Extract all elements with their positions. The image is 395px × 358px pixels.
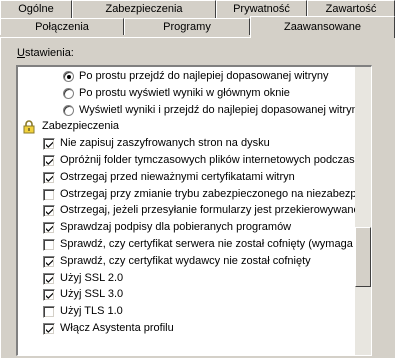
checkbox-option[interactable]: Włącz Asystenta profilu <box>18 320 371 337</box>
tab-zabezpieczenia[interactable]: Zabezpieczenia <box>72 0 216 18</box>
checkbox-unchecked-icon[interactable] <box>43 188 55 201</box>
radio-selected-icon[interactable] <box>63 71 74 82</box>
radio-option[interactable]: Wyświetl wyniki i przejdź do najlepiej d… <box>18 102 371 119</box>
checkbox-option[interactable]: Opróżnij folder tymczasowych plików inte… <box>18 152 371 169</box>
tab-ogolne[interactable]: Ogólne <box>0 0 72 18</box>
option-label: Użyj TLS 1.0 <box>60 305 123 318</box>
tab-label: Połączenia <box>35 21 89 33</box>
tab-zaawansowane[interactable]: Zaawansowane <box>250 16 395 38</box>
option-label: Po prostu wyświetl wyniki w głównym okni… <box>79 86 290 99</box>
checkbox-option[interactable]: Nie zapisuj zaszyfrowanych stron na dysk… <box>18 135 371 152</box>
checkbox-checked-icon[interactable] <box>43 155 55 167</box>
tab-label: Ogólne <box>18 3 54 15</box>
checkbox-option[interactable]: Ostrzegaj, jeżeli przesyłanie formularzy… <box>18 202 371 219</box>
option-label: Użyj SSL 2.0 <box>60 271 124 284</box>
checkbox-checked-icon[interactable] <box>43 289 55 302</box>
tab-label: Zabezpieczenia <box>105 3 183 15</box>
checkbox-option[interactable]: Użyj TLS 1.0 <box>18 303 371 320</box>
tab-label: Programy <box>163 21 211 33</box>
option-label: Sprawdzaj podpisy dla pobieranych progra… <box>60 221 292 234</box>
radio-unselected-icon[interactable] <box>63 104 74 116</box>
option-label: Po prostu przejdź do najlepiej dopasowan… <box>79 70 329 82</box>
checkbox-unchecked-icon[interactable] <box>43 239 55 251</box>
option-label: Wyświetl wyniki i przejdź do najlepiej d… <box>79 103 364 116</box>
tab-label: Zaawansowane <box>283 21 362 33</box>
scrollbar-thumb[interactable] <box>355 227 371 287</box>
tab-label: Prywatność <box>233 3 290 15</box>
radio-option[interactable]: Po prostu przejdź do najlepiej dopasowan… <box>18 68 371 85</box>
checkbox-checked-icon[interactable] <box>43 323 55 335</box>
settings-label-rest: stawienia: <box>24 47 74 59</box>
checkbox-option[interactable]: Użyj SSL 2.0 <box>18 270 371 287</box>
checkbox-unchecked-icon[interactable] <box>43 306 55 319</box>
checkbox-option[interactable]: Ostrzegaj przy zmianie trybu zabezpieczo… <box>18 186 371 203</box>
option-label: Ostrzegaj przy zmianie trybu zabezpieczo… <box>60 187 371 200</box>
group-header: Zabezpieczenia <box>18 118 371 135</box>
checkbox-checked-icon[interactable] <box>43 138 55 151</box>
settings-tree-list[interactable]: Po prostu przejdź do najlepiej dopasowan… <box>16 65 372 356</box>
option-label: Sprawdź, czy certyfikat serwera nie zost… <box>60 238 369 250</box>
vertical-scrollbar[interactable] <box>355 67 371 355</box>
checkbox-option[interactable]: Sprawdzaj podpisy dla pobieranych progra… <box>18 219 371 236</box>
checkbox-option[interactable]: Sprawdź, czy certyfikat serwera nie zost… <box>18 236 371 253</box>
option-label: Włącz Asystenta profilu <box>60 322 174 334</box>
checkbox-checked-icon[interactable] <box>43 205 55 218</box>
checkbox-checked-icon[interactable] <box>43 171 55 184</box>
tab-label: Zawartość <box>325 3 377 15</box>
checkbox-option[interactable]: Użyj SSL 3.0 <box>18 286 371 303</box>
tab-row-front: Połączenia Programy Zaawansowane <box>0 16 395 38</box>
option-label: Użyj SSL 3.0 <box>60 288 124 301</box>
option-label: Opróżnij folder tymczasowych plików inte… <box>60 154 370 166</box>
option-label: Nie zapisuj zaszyfrowanych stron na dysk… <box>60 137 270 150</box>
checkbox-checked-icon[interactable] <box>43 255 55 268</box>
option-label: Zabezpieczenia <box>42 120 120 133</box>
option-label: Sprawdź, czy certyfikat wydawcy nie zost… <box>60 254 311 267</box>
checkbox-checked-icon[interactable] <box>43 272 55 285</box>
option-label: Ostrzegaj, jeżeli przesyłanie formularzy… <box>60 204 360 217</box>
settings-label: Ustawienia: <box>17 47 74 59</box>
radio-option[interactable]: Po prostu wyświetl wyniki w głównym okni… <box>18 85 371 102</box>
checkbox-option[interactable]: Ostrzegaj przed nieważnymi certyfikatami… <box>18 169 371 186</box>
tab-polaczenia[interactable]: Połączenia <box>0 18 124 35</box>
checkbox-checked-icon[interactable] <box>43 222 55 235</box>
tab-programy[interactable]: Programy <box>124 18 250 35</box>
settings-label-accel: U <box>17 47 25 59</box>
radio-unselected-icon[interactable] <box>63 87 74 99</box>
option-label: Ostrzegaj przed nieważnymi certyfikatami… <box>60 170 295 183</box>
checkbox-option[interactable]: Sprawdź, czy certyfikat wydawcy nie zost… <box>18 253 371 270</box>
